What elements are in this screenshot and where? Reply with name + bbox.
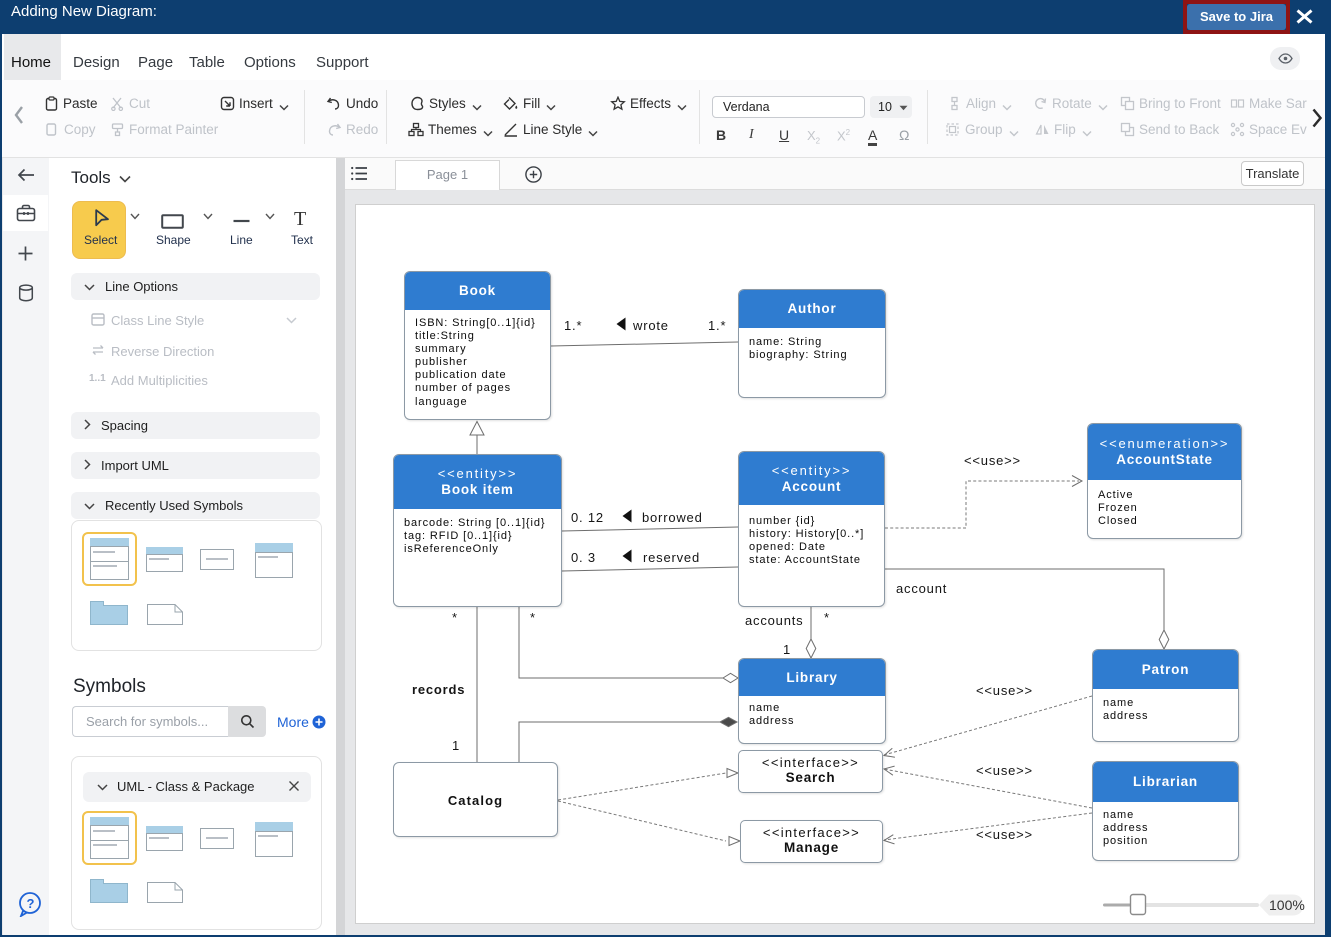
svg-text:100%: 100%: [1269, 897, 1305, 913]
svg-text:?: ?: [27, 896, 35, 911]
